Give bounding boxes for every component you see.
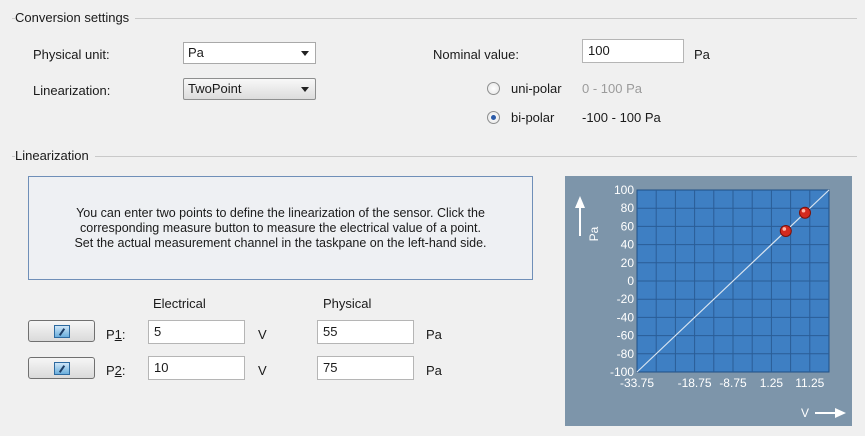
- unipolar-label[interactable]: uni-polar: [511, 81, 562, 96]
- measure-p2-button[interactable]: [28, 357, 95, 379]
- unipolar-range: 0 - 100 Pa: [582, 81, 642, 96]
- measure-icon: [53, 324, 70, 338]
- y-tick-label: -80: [617, 347, 635, 361]
- p2-physical-input[interactable]: 75: [317, 356, 414, 380]
- chart-svg: 100806040200-20-40-60-80-100-33.75 -18.75…: [575, 183, 846, 420]
- p1-physical-unit: Pa: [426, 327, 442, 342]
- nominal-value-input[interactable]: 100: [582, 39, 684, 63]
- p2-electrical-input[interactable]: 10: [148, 356, 245, 380]
- p1-label-number: 1: [114, 327, 122, 342]
- data-point-2: [799, 206, 811, 219]
- p1-electrical-input[interactable]: 5: [148, 320, 245, 344]
- linearization-value: TwoPoint: [188, 81, 242, 96]
- x-axis-arrow-head: [835, 408, 846, 418]
- p2-label-number: 2: [114, 363, 122, 378]
- info-box: You can enter two points to define the l…: [28, 176, 533, 280]
- physical-unit-label: Physical unit:: [33, 47, 110, 62]
- p1-label-prefix: P: [106, 327, 115, 342]
- p2-physical-unit: Pa: [426, 363, 442, 378]
- measure-icon: [53, 361, 70, 375]
- info-text-line1: You can enter two points to define the l…: [76, 205, 485, 220]
- physical-unit-select[interactable]: Pa: [183, 42, 316, 64]
- chevron-down-icon: [301, 87, 309, 92]
- conversion-settings-title: Conversion settings: [15, 10, 136, 25]
- data-point-highlight: [782, 227, 787, 231]
- conversion-group-border: [12, 18, 857, 19]
- y-tick-label: 40: [621, 238, 635, 252]
- y-tick-label: 20: [621, 256, 635, 270]
- p2-electrical-unit: V: [258, 363, 267, 378]
- electrical-header: Electrical: [153, 296, 206, 311]
- data-point-1: [779, 224, 792, 237]
- linearization-label: Linearization:: [33, 83, 111, 98]
- p2-label-suffix: :: [121, 363, 126, 378]
- p1-electrical-unit: V: [258, 327, 267, 342]
- linearization-title: Linearization: [15, 148, 95, 163]
- chevron-down-icon: [301, 51, 309, 56]
- x-tick-label: -33.75: [620, 376, 654, 390]
- bipolar-label[interactable]: bi-polar: [511, 110, 554, 125]
- physical-header: Physical: [323, 296, 372, 311]
- x-tick-label: -18.75: [678, 376, 712, 390]
- linearization-group-border: [12, 156, 857, 157]
- x-axis-label: V: [801, 406, 809, 420]
- y-axis-label: Pa: [587, 226, 601, 241]
- physical-unit-value: Pa: [188, 45, 204, 60]
- y-tick-label: -40: [617, 310, 635, 324]
- y-tick-label: 100: [614, 183, 634, 197]
- y-tick-label: -20: [617, 292, 635, 306]
- p1-label-suffix: :: [121, 327, 126, 342]
- y-tick-label: 60: [621, 219, 635, 233]
- bipolar-range: -100 - 100 Pa: [582, 110, 661, 125]
- x-tick-label: -8.75: [719, 376, 747, 390]
- bipolar-radio[interactable]: [487, 111, 500, 124]
- y-tick-label: 0: [627, 274, 634, 288]
- x-tick-label: 1.25: [760, 376, 784, 390]
- measure-p1-button[interactable]: [28, 320, 95, 342]
- p2-label: P2:: [106, 363, 126, 378]
- nominal-value-label: Nominal value:: [433, 47, 519, 62]
- y-tick-label: -60: [617, 329, 635, 343]
- info-text-line3: Set the actual measurement channel in th…: [74, 235, 487, 250]
- data-point-highlight: [801, 208, 806, 213]
- linearization-chart: 100 80 60 40 20 0 -20 -40 -60 -80 -100 -33.75 -18.75…: [565, 176, 852, 426]
- p1-label: P1:: [106, 327, 126, 342]
- unipolar-radio[interactable]: [487, 82, 500, 95]
- nominal-unit-label: Pa: [694, 47, 710, 62]
- x-tick-label: 11.25: [795, 376, 824, 390]
- p1-physical-input[interactable]: 55: [317, 320, 414, 344]
- info-text-line2: corresponding measure button to measure …: [80, 220, 481, 235]
- y-axis-arrow-head: [575, 196, 585, 208]
- y-tick-label: 80: [621, 201, 635, 215]
- linearization-select[interactable]: TwoPoint: [183, 78, 316, 100]
- p2-label-prefix: P: [106, 363, 115, 378]
